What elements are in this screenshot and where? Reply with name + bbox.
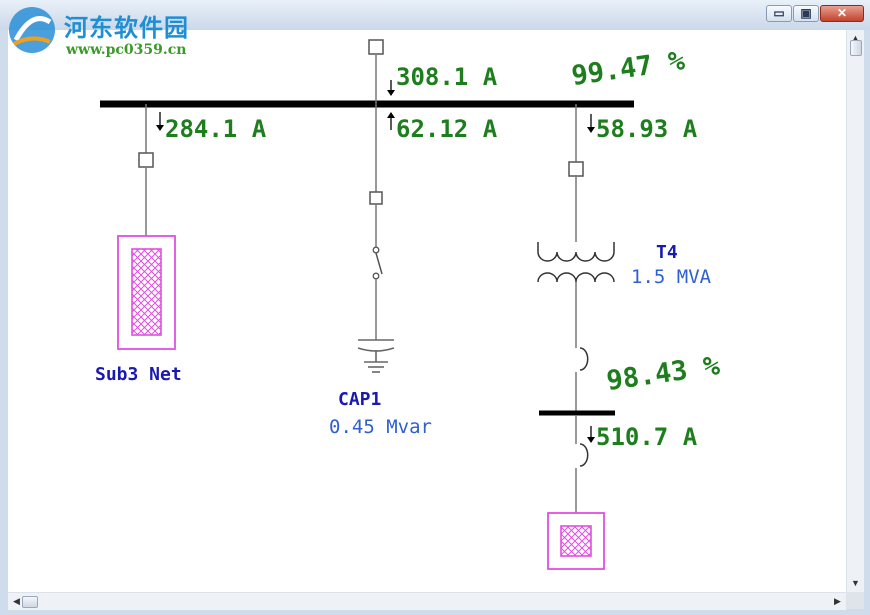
cap1-rating: 0.45 Mvar [329,416,432,438]
scroll-down-button[interactable]: ▼ [847,575,864,592]
scroll-down-icon: ▼ [851,578,860,588]
window-controls: ▭ ▣ ✕ [765,5,864,23]
scrollbar-corner [846,592,864,609]
minimize-icon: ▭ [773,6,785,20]
sub3-label: Sub3 Net [95,364,182,385]
incoming-current: 308.1 A [396,63,498,91]
incoming-feeder[interactable]: 308.1 A [368,39,498,104]
scroll-left-icon: ◀ [13,596,20,606]
main-bus-voltage: 99.47 % [570,45,688,92]
one-line-diagram: 308.1 A 99.47 % 284.1 A Sub3 Net 62.12 A… [95,39,723,570]
site-logo [9,7,55,53]
sub3-current: 284.1 A [165,115,267,143]
application-window: ▭ ▣ ✕ 308.1 A 99.47 % 284.1 A Sub3 Net 6… [0,0,870,615]
sub3-branch[interactable]: 284.1 A Sub3 Net [95,104,267,385]
close-icon: ✕ [836,6,848,20]
horizontal-scrollbar[interactable]: ◀ ▶ [8,592,846,610]
up-arrow-icon [387,112,395,118]
t4-label: T4 [656,242,678,263]
maximize-icon: ▣ [800,6,812,20]
cap1-branch[interactable]: 62.12 A CAP1 0.45 Mvar [329,104,498,438]
incoming-breaker[interactable] [368,39,384,55]
capacitor-symbol [357,339,395,373]
vertical-scroll-thumb[interactable] [850,40,862,56]
watermark-brand: 河东软件园 [64,14,189,42]
down-arrow-icon [587,127,595,133]
load-branch[interactable]: 510.7 A [547,416,698,570]
close-button[interactable]: ✕ [820,5,864,22]
watermark-url: www.pc0359.cn [66,42,187,58]
cable-symbol [579,443,589,467]
cap1-label: CAP1 [338,389,381,410]
scroll-right-button[interactable]: ▶ [829,593,846,610]
t4-breaker[interactable] [568,161,584,177]
secondary-current: 510.7 A [596,423,698,451]
maximize-button[interactable]: ▣ [793,5,819,22]
transformer-symbol[interactable] [537,242,615,283]
secondary-bus-voltage: 98.43 % [605,350,723,397]
minimize-button[interactable]: ▭ [766,5,792,22]
scroll-right-icon: ▶ [834,596,841,606]
down-arrow-icon [387,90,395,96]
t4-rating: 1.5 MVA [631,266,712,288]
down-arrow-icon [587,437,595,443]
cable-symbol [579,347,589,371]
sub3-breaker[interactable] [138,152,154,168]
t4-current: 58.93 A [596,115,698,143]
down-arrow-icon [156,125,164,131]
cap1-breaker[interactable] [369,191,383,205]
cap1-switch[interactable] [375,252,383,275]
cap1-current: 62.12 A [396,115,498,143]
one-line-diagram-canvas[interactable]: 308.1 A 99.47 % 284.1 A Sub3 Net 62.12 A… [8,30,846,592]
horizontal-scroll-thumb[interactable] [22,596,38,608]
vertical-scrollbar[interactable]: ▲ ▼ [846,30,864,592]
